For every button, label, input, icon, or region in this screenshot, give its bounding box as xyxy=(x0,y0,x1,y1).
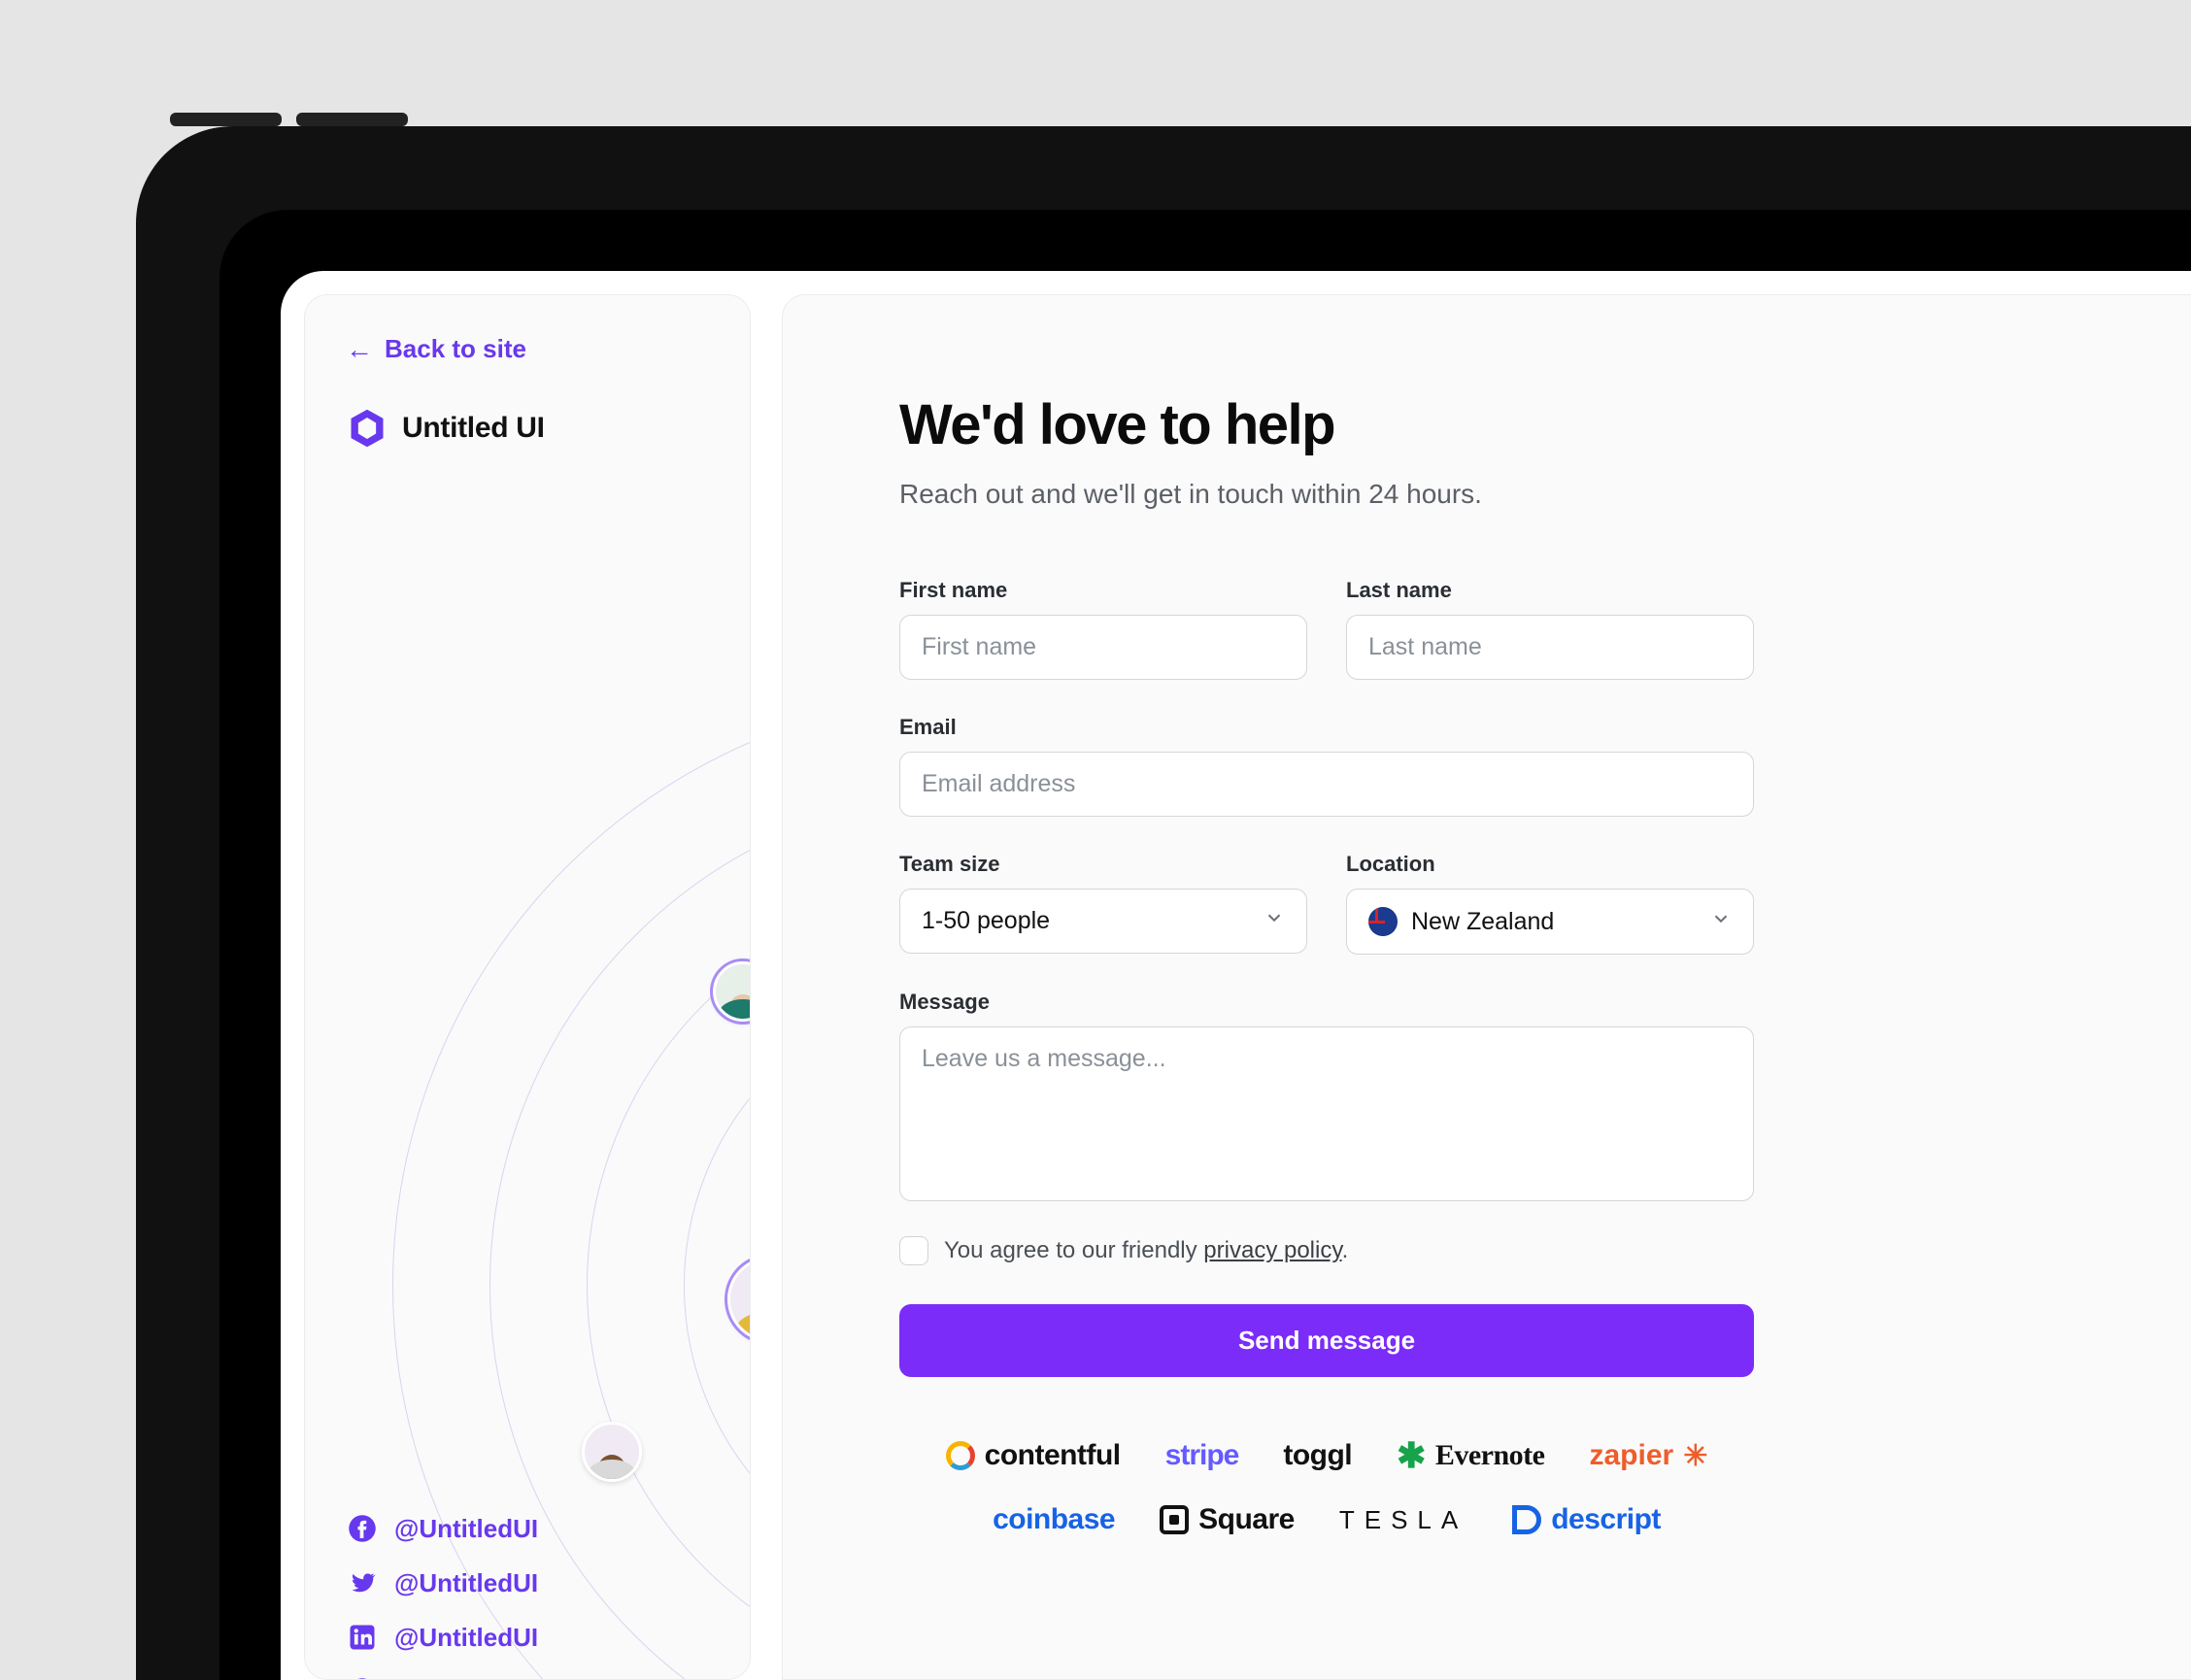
social-handle: @UntitledUI xyxy=(394,1677,538,1680)
back-to-site-label: Back to site xyxy=(385,334,526,364)
brand: Untitled UI xyxy=(305,364,750,450)
team-size-label: Team size xyxy=(899,852,1307,877)
consent-checkbox[interactable] xyxy=(899,1236,928,1265)
message-label: Message xyxy=(899,990,1754,1015)
orbit-illustration xyxy=(354,703,751,1577)
social-handle: @UntitledUI xyxy=(394,1623,538,1653)
last-name-input[interactable] xyxy=(1346,615,1754,680)
logo-evernote: ✱Evernote xyxy=(1397,1435,1544,1476)
social-link-dribbble[interactable]: @UntitledUI xyxy=(346,1675,538,1680)
page-title: We'd love to help xyxy=(899,392,2155,457)
tablet-volume-button xyxy=(296,113,408,126)
email-input[interactable] xyxy=(899,752,1754,817)
location-select[interactable]: New Zealand xyxy=(1346,889,1754,955)
twitter-icon xyxy=(346,1566,379,1599)
main-content: We'd love to help Reach out and we'll ge… xyxy=(782,294,2191,1680)
message-textarea[interactable] xyxy=(899,1026,1754,1201)
social-links: @UntitledUI @UntitledUI @UntitledUI xyxy=(346,1512,538,1680)
logo-descript: descript xyxy=(1512,1503,1661,1536)
chevron-down-icon xyxy=(1710,908,1732,936)
send-message-button[interactable]: Send message xyxy=(899,1304,1754,1377)
social-link-twitter[interactable]: @UntitledUI xyxy=(346,1566,538,1599)
logo-square: Square xyxy=(1160,1503,1295,1536)
team-size-value: 1-50 people xyxy=(922,907,1050,935)
tablet-volume-button xyxy=(170,113,282,126)
brand-name: Untitled UI xyxy=(402,412,545,445)
consent-row: You agree to our friendly privacy policy… xyxy=(899,1236,1754,1265)
logo-contentful: contentful xyxy=(946,1439,1121,1472)
first-name-input[interactable] xyxy=(899,615,1307,680)
page-subtitle: Reach out and we'll get in touch within … xyxy=(899,479,2155,510)
back-to-site-link[interactable]: ← Back to site xyxy=(305,295,750,364)
sidebar: ← Back to site Untitled UI xyxy=(304,294,751,1680)
social-handle: @UntitledUI xyxy=(394,1514,538,1544)
email-label: Email xyxy=(899,715,1754,740)
flag-icon xyxy=(1368,907,1398,936)
linkedin-icon xyxy=(346,1621,379,1654)
location-value: New Zealand xyxy=(1411,908,1554,936)
social-link-linkedin[interactable]: @UntitledUI xyxy=(346,1621,538,1654)
avatar xyxy=(713,961,751,1022)
location-label: Location xyxy=(1346,852,1754,877)
facebook-icon xyxy=(346,1512,379,1545)
avatar xyxy=(727,1257,751,1342)
consent-text: You agree to our friendly privacy policy… xyxy=(944,1237,1348,1264)
logo-toggl: toggl xyxy=(1283,1439,1352,1472)
first-name-label: First name xyxy=(899,578,1307,603)
logo-tesla: TESLA xyxy=(1339,1505,1467,1535)
logo-coinbase: coinbase xyxy=(993,1503,1115,1536)
chevron-down-icon xyxy=(1264,907,1285,935)
tablet-frame-inner: ← Back to site Untitled UI xyxy=(219,210,2191,1680)
screen: ← Back to site Untitled UI xyxy=(281,271,2191,1680)
avatar xyxy=(582,1422,642,1482)
logo-stripe: stripe xyxy=(1165,1439,1239,1472)
team-size-select[interactable]: 1-50 people xyxy=(899,889,1307,954)
logo-zapier: zapier✳ xyxy=(1589,1439,1707,1473)
privacy-policy-link[interactable]: privacy policy xyxy=(1203,1237,1341,1263)
contact-form: First name Last name Email xyxy=(899,578,1754,1536)
brand-logo-icon xyxy=(346,407,388,450)
social-handle: @UntitledUI xyxy=(394,1568,538,1598)
customer-logos: contentful stripe toggl ✱Evernote zapier… xyxy=(899,1435,1754,1536)
social-link-facebook[interactable]: @UntitledUI xyxy=(346,1512,538,1545)
arrow-left-icon: ← xyxy=(346,336,373,363)
tablet-frame-outer: ← Back to site Untitled UI xyxy=(136,126,2191,1680)
dribbble-icon xyxy=(346,1675,379,1680)
last-name-label: Last name xyxy=(1346,578,1754,603)
